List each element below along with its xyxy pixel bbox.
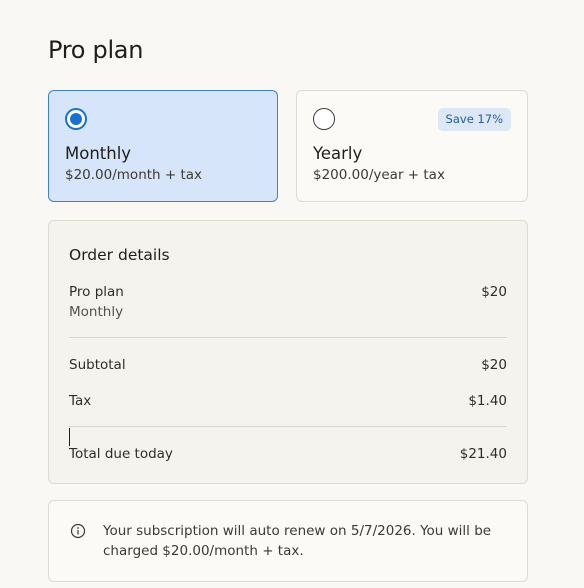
- yearly-radio[interactable]: [313, 108, 335, 130]
- monthly-radio-selected[interactable]: [65, 108, 87, 130]
- tax-value: $1.40: [468, 393, 507, 409]
- subtotal-value: $20: [481, 357, 507, 373]
- renewal-notice-text: Your subscription will auto renew on 5/7…: [103, 523, 492, 559]
- order-item-value: $20: [481, 284, 507, 300]
- plan-option-monthly[interactable]: Monthly $20.00/month + tax: [48, 90, 278, 202]
- total-label: Total due today: [69, 446, 173, 462]
- order-details-panel: Order details Pro plan Monthly $20 Subto…: [48, 220, 528, 484]
- order-item-billing: Monthly: [69, 304, 124, 320]
- plan-price-monthly: $20.00/month + tax: [65, 167, 203, 183]
- plan-price-yearly: $200.00/year + tax: [313, 167, 445, 183]
- renewal-notice: Your subscription will auto renew on 5/7…: [48, 500, 528, 582]
- total-divider: [69, 426, 507, 427]
- order-divider: [69, 337, 507, 338]
- plan-name-monthly: Monthly: [65, 144, 132, 163]
- plan-option-yearly[interactable]: Save 17% Yearly $200.00/year + tax: [296, 90, 528, 202]
- order-details-title: Order details: [69, 246, 170, 264]
- page-title: Pro plan: [48, 36, 144, 64]
- info-icon: [70, 523, 86, 539]
- tax-label: Tax: [69, 393, 92, 409]
- save-badge: Save 17%: [437, 108, 511, 131]
- subtotal-label: Subtotal: [69, 357, 126, 373]
- plan-name-yearly: Yearly: [313, 144, 363, 163]
- order-item-label: Pro plan: [69, 284, 124, 300]
- total-value: $21.40: [459, 446, 507, 462]
